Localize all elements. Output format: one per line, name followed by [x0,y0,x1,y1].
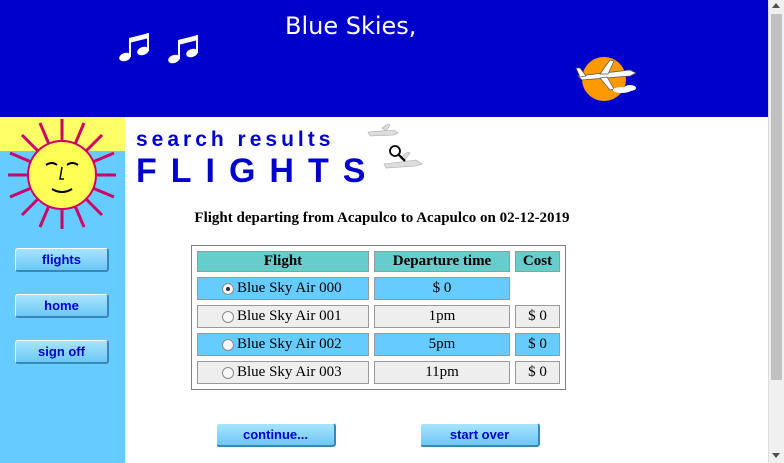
flight-results-table: Flight Departure time Cost Blue Sky Air … [191,245,566,390]
cost-cell [515,277,560,300]
flight-name: Blue Sky Air 000 [237,280,342,296]
scroll-thumb[interactable] [771,14,782,380]
continue-button[interactable]: continue... [216,423,336,447]
flight-radio-button[interactable] [222,339,234,351]
vertical-scrollbar[interactable] [768,0,784,463]
scroll-up-arrow-icon[interactable] [772,3,780,8]
music-notes-icon [119,33,198,64]
sidebar-item-flights[interactable]: flights [15,248,109,272]
column-header-flight: Flight [197,251,369,272]
start-over-button[interactable]: start over [420,423,540,447]
search-caption: Flight departing from Acapulco to Acapul… [194,210,570,226]
flight-name: Blue Sky Air 001 [237,308,342,324]
column-header-departure-time: Departure time [374,251,510,272]
column-header-cost: Cost [515,251,560,272]
table-row[interactable]: Blue Sky Air 002 5pm $ 0 [197,333,560,356]
sidebar-item-home[interactable]: home [15,294,109,318]
table-row[interactable]: Blue Sky Air 001 1pm $ 0 [197,305,560,328]
flight-cell[interactable]: Blue Sky Air 001 [197,305,369,328]
cost-cell: $ 0 [515,361,560,384]
header-banner: Blue Skies, [0,0,768,117]
flight-name: Blue Sky Air 003 [237,364,342,380]
departure-time-cell: 1pm [374,305,510,328]
sun-face-icon [0,117,125,232]
table-row[interactable]: Blue Sky Air 003 11pm $ 0 [197,361,560,384]
flight-cell[interactable]: Blue Sky Air 003 [197,361,369,384]
departure-time-cell: $ 0 [374,277,510,300]
cost-cell: $ 0 [515,333,560,356]
site-title: Blue Skies, [285,12,417,40]
search-results-heading: search results [136,128,335,151]
airplane-sun-logo [575,57,637,101]
sidebar: flights home sign off [0,117,125,463]
scroll-down-arrow-icon[interactable] [772,453,780,458]
flight-cell[interactable]: Blue Sky Air 000 [197,277,369,300]
flight-radio-button[interactable] [222,283,234,295]
magnifier-icon [367,124,423,169]
flight-radio-button[interactable] [222,367,234,379]
flight-cell[interactable]: Blue Sky Air 002 [197,333,369,356]
flight-radio-button[interactable] [222,311,234,323]
departure-time-cell: 5pm [374,333,510,356]
departure-time-cell: 11pm [374,361,510,384]
cost-cell: $ 0 [515,305,560,328]
page-title: FLIGHTS [136,152,380,190]
table-row[interactable]: Blue Sky Air 000 $ 0 [197,277,560,300]
sidebar-item-sign-off[interactable]: sign off [15,340,109,364]
flight-name: Blue Sky Air 002 [237,336,342,352]
